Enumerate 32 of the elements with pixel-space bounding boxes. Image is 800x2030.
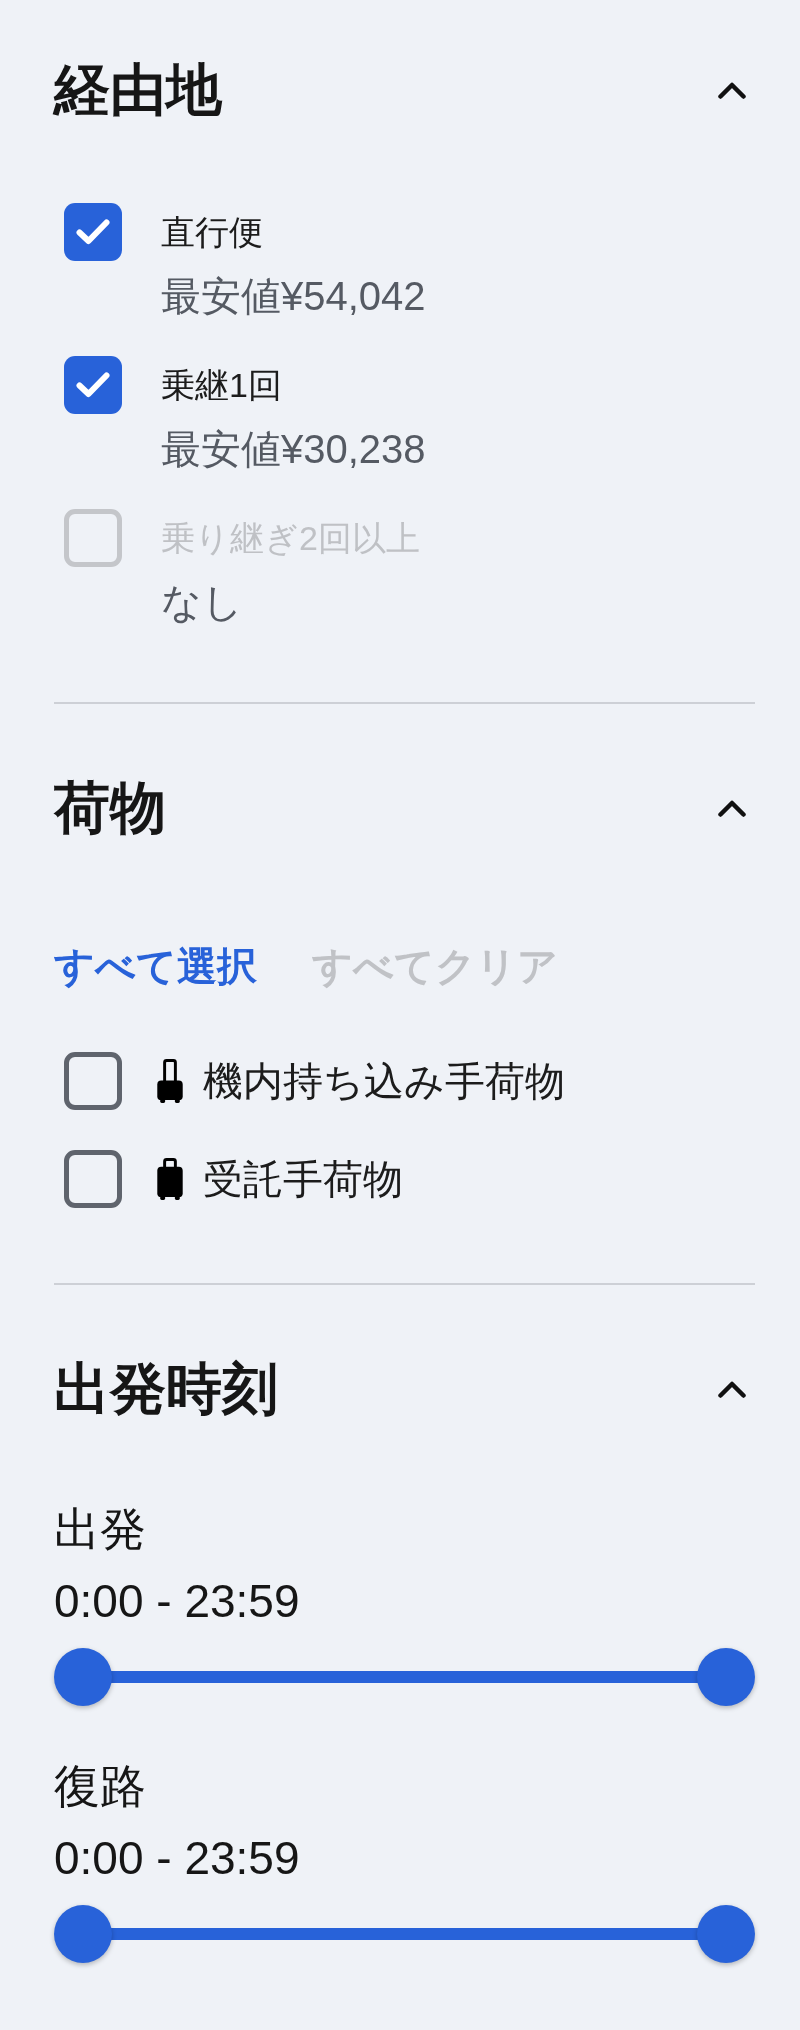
slider-reading: 0:00 - 23:59 <box>54 1831 301 1886</box>
slider-thumb[interactable] <box>697 1905 755 1963</box>
slider-thumb[interactable] <box>54 1648 112 1706</box>
chevron-up-icon[interactable] <box>718 1380 746 1398</box>
slider-label: 復路 <box>54 1759 147 1814</box>
slider-reading: 0:00 - 23:59 <box>54 1574 301 1629</box>
checkmark-icon <box>76 372 110 398</box>
slider-thumb[interactable] <box>54 1905 112 1963</box>
checkbox[interactable] <box>64 1150 122 1208</box>
option-label: 機内持ち込み手荷物 <box>203 1058 565 1105</box>
slider-thumb[interactable] <box>697 1648 755 1706</box>
option-detail: 最安値¥54,042 <box>161 273 426 320</box>
select-all-button[interactable]: すべて選択 <box>54 941 257 991</box>
suitcase-icon <box>156 1157 184 1201</box>
section-title: 出発時刻 <box>54 1361 278 1417</box>
range-slider-track[interactable] <box>54 1905 755 1963</box>
slider-label: 出発 <box>54 1502 147 1557</box>
option-label: 受託手荷物 <box>203 1156 403 1203</box>
option-detail: なし <box>161 579 244 626</box>
chevron-up-icon[interactable] <box>718 799 746 817</box>
section-title: 荷物 <box>54 780 166 836</box>
section-title: 経由地 <box>54 62 222 118</box>
option-label: 直行便 <box>161 212 264 253</box>
checkbox[interactable] <box>64 203 122 261</box>
checkbox[interactable] <box>64 1052 122 1110</box>
chevron-up-icon[interactable] <box>718 81 746 99</box>
range-slider-track[interactable] <box>54 1648 755 1706</box>
option-label: 乗継1回 <box>161 365 283 406</box>
option-detail: 最安値¥30,238 <box>161 426 426 473</box>
checkbox[interactable] <box>64 356 122 414</box>
checkmark-icon <box>76 219 110 245</box>
small-suitcase-icon <box>156 1058 184 1104</box>
